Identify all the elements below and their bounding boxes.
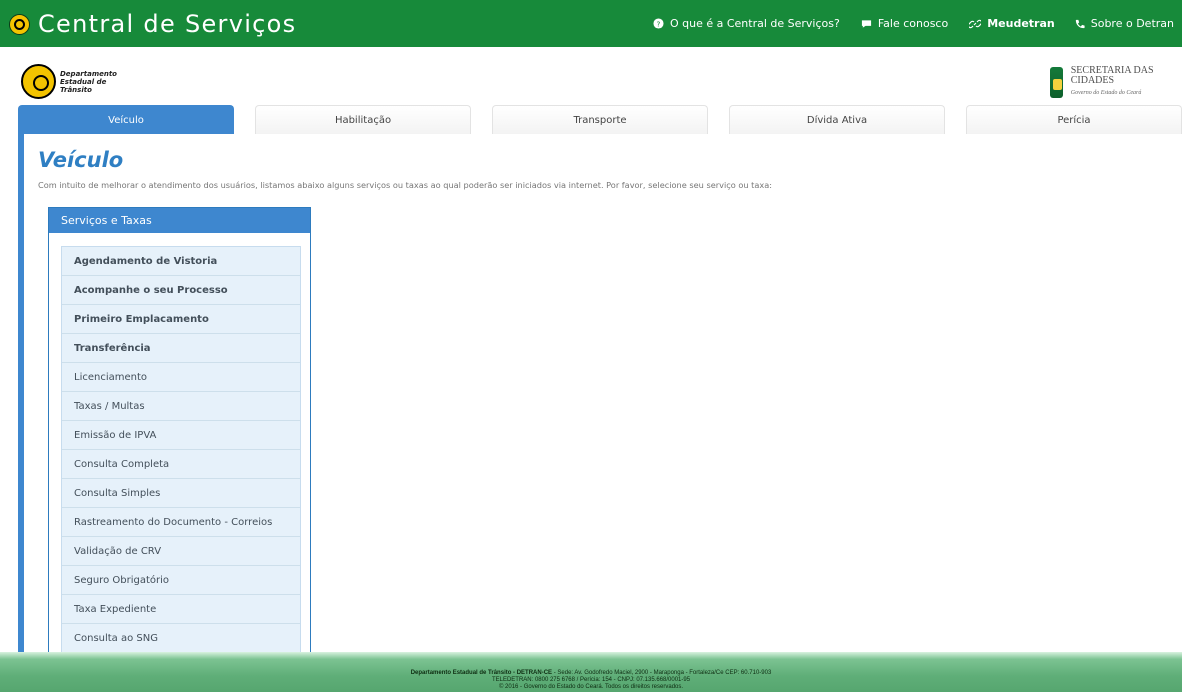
tab-veiculo[interactable]: Veículo bbox=[18, 105, 234, 134]
tab-habilitacao[interactable]: Habilitação bbox=[255, 105, 471, 134]
phone-icon bbox=[1075, 19, 1085, 28]
footer-line-2: TELEDETRAN: 0800 275 6768 / Perícia: 154… bbox=[491, 677, 691, 683]
meudetran-link[interactable]: Meudetran bbox=[969, 0, 1055, 47]
list-item[interactable]: Licenciamento bbox=[62, 363, 300, 392]
tab-pericia[interactable]: Perícia bbox=[966, 105, 1182, 134]
ceara-shield-icon bbox=[1050, 66, 1063, 98]
footer-line-3: © 2016 - Governo do Estado do Ceará. Tod… bbox=[498, 684, 684, 690]
list-item[interactable]: Consulta Completa bbox=[62, 450, 300, 479]
tab-transporte[interactable]: Transporte bbox=[492, 105, 708, 134]
contact-link[interactable]: Fale conosco bbox=[861, 0, 948, 47]
chat-icon bbox=[861, 19, 871, 28]
detran-small-logo bbox=[9, 13, 30, 35]
logo-row: Departamento Estadual de Trânsito SECRET… bbox=[0, 47, 1182, 104]
services-panel: Serviços e Taxas Agendamento de Vistoria… bbox=[48, 207, 311, 654]
top-navigation: ? O que é a Central de Serviços? Fale co… bbox=[653, 0, 1174, 47]
brand[interactable]: Central de Serviços bbox=[9, 10, 296, 38]
list-item[interactable]: Validação de CRV bbox=[62, 537, 300, 566]
top-bar: Central de Serviços ? O que é a Central … bbox=[0, 0, 1182, 47]
link-icon bbox=[969, 19, 982, 28]
secretaria-logo[interactable]: SECRETARIA DAS CIDADES Governo do Estado… bbox=[1050, 65, 1180, 99]
page-title: Veículo bbox=[38, 148, 124, 172]
list-item[interactable]: Seguro Obrigatório bbox=[62, 566, 300, 595]
list-item[interactable]: Consulta ao SNG bbox=[62, 624, 300, 653]
meudetran-label: Meudetran bbox=[987, 17, 1055, 30]
contact-label: Fale conosco bbox=[877, 17, 949, 30]
detran-logo-text: Departamento Estadual de Trânsito bbox=[60, 69, 117, 94]
footer-line-1: Departamento Estadual de Trânsito - DETR… bbox=[410, 670, 772, 676]
detran-emblem-icon bbox=[21, 64, 56, 99]
about-label: Sobre o Detran bbox=[1090, 17, 1174, 30]
detran-logo[interactable]: Departamento Estadual de Trânsito bbox=[21, 64, 117, 99]
svg-text:?: ? bbox=[657, 19, 661, 28]
intro-text: Com intuito de melhorar o atendimento do… bbox=[38, 180, 772, 190]
list-item[interactable]: Rastreamento do Documento - Correios bbox=[62, 508, 300, 537]
what-is-central-link[interactable]: ? O que é a Central de Serviços? bbox=[653, 0, 840, 47]
tab-divida-ativa[interactable]: Dívida Ativa bbox=[729, 105, 945, 134]
footer: Departamento Estadual de Trânsito - DETR… bbox=[0, 652, 1182, 692]
services-list: Agendamento de Vistoria Acompanhe o seu … bbox=[61, 246, 301, 654]
list-item[interactable]: Agendamento de Vistoria bbox=[62, 247, 300, 276]
list-item[interactable]: Emissão de IPVA bbox=[62, 421, 300, 450]
list-item[interactable]: Taxas / Multas bbox=[62, 392, 300, 421]
list-item[interactable]: Transferência bbox=[62, 334, 300, 363]
content-accent-stripe bbox=[18, 134, 24, 653]
list-item[interactable]: Primeiro Emplacamento bbox=[62, 305, 300, 334]
question-circle-icon: ? bbox=[653, 18, 664, 29]
brand-title: Central de Serviços bbox=[38, 10, 297, 38]
panel-title: Serviços e Taxas bbox=[49, 208, 310, 233]
service-tabs: Veículo Habilitação Transporte Dívida At… bbox=[18, 105, 1182, 134]
secretaria-text: SECRETARIA DAS CIDADES Governo do Estado… bbox=[1070, 65, 1154, 97]
about-link[interactable]: Sobre o Detran bbox=[1075, 0, 1174, 47]
what-is-central-label: O que é a Central de Serviços? bbox=[669, 17, 840, 30]
list-item[interactable]: Acompanhe o seu Processo bbox=[62, 276, 300, 305]
list-item[interactable]: Consulta Simples bbox=[62, 479, 300, 508]
list-item[interactable]: Taxa Expediente bbox=[62, 595, 300, 624]
